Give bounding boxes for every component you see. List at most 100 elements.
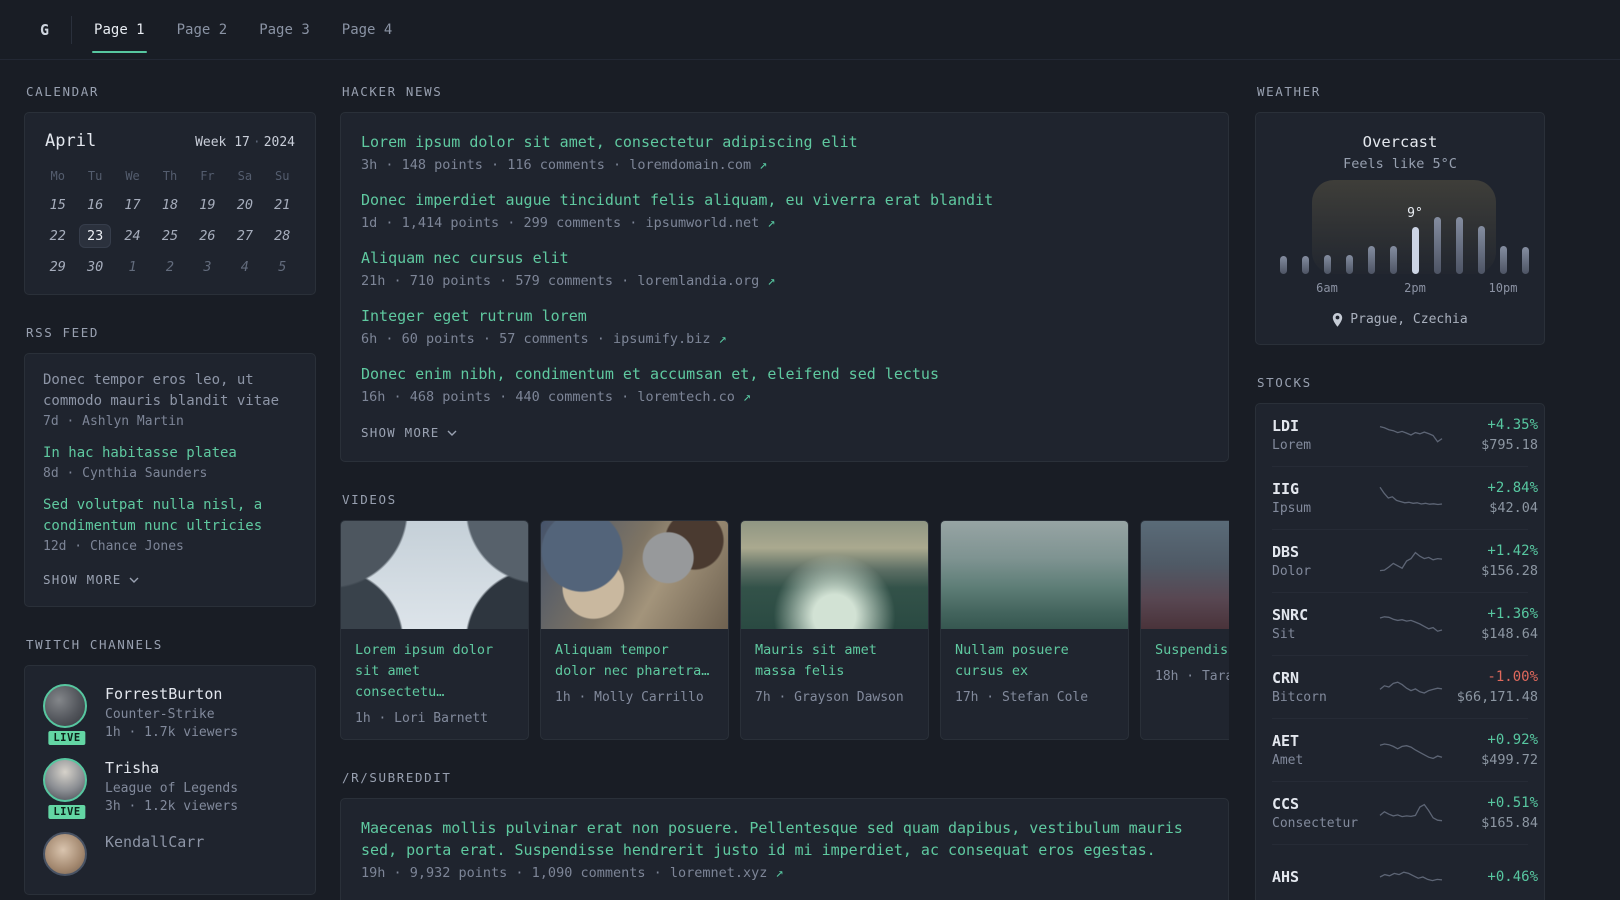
- stock-row[interactable]: LDI Lorem +4.35% $795.18: [1272, 404, 1538, 467]
- video-thumbnail[interactable]: [341, 521, 528, 629]
- video-meta: 17h · Stefan Cole: [955, 690, 1089, 705]
- stock-identity: CRN Bitcorn: [1272, 669, 1372, 705]
- content: CALENDAR April Week 17 · 2024 Mo Tu We Th Fr Sa…: [0, 60, 1620, 900]
- hackernews-item-title[interactable]: Integer eget rutrum lorem: [361, 305, 1208, 327]
- calendar-week-year: Week 17 · 2024: [195, 135, 295, 150]
- stock-identity: IIG Ipsum: [1272, 480, 1372, 516]
- hackernews-item-meta: 1d · 1,414 points · 299 comments · ipsum…: [361, 215, 1208, 231]
- stock-values: +4.35% $795.18: [1450, 417, 1538, 453]
- external-link-icon: ↗: [718, 331, 727, 347]
- calendar-day: 17: [124, 197, 141, 213]
- calendar-header: April Week 17 · 2024: [39, 129, 301, 163]
- stock-sparkline: [1378, 672, 1444, 702]
- video-card[interactable]: Suspendisse diam 18h · Tara: [1140, 520, 1229, 740]
- logo[interactable]: G: [40, 21, 49, 39]
- subreddit-item-domain-link[interactable]: loremnet.xyz: [670, 865, 776, 881]
- hackernews-item-domain-link[interactable]: ipsumify.biz: [613, 331, 719, 347]
- video-title[interactable]: Nullam posuere cursus ex: [955, 640, 1114, 682]
- show-more-label: SHOW MORE: [361, 425, 440, 440]
- video-card[interactable]: Lorem ipsum dolor sit amet consectetu… 1h…: [340, 520, 529, 740]
- twitch-channel-name[interactable]: ForrestBurton: [105, 684, 238, 703]
- weather-hour-bar: [1499, 246, 1507, 274]
- rss-show-more-button[interactable]: SHOW MORE: [43, 572, 139, 587]
- dashboard: G Page 1 Page 2 Page 3 Page 4 CALENDAR Apri…: [0, 0, 1620, 900]
- tab-page-2[interactable]: Page 2: [175, 0, 230, 59]
- chevron-down-icon: [447, 430, 457, 436]
- weather-hour-bar: [1323, 255, 1331, 274]
- stock-sparkline: [1378, 735, 1444, 765]
- hackernews-item-title[interactable]: Donec imperdiet augue tincidunt felis al…: [361, 189, 1208, 211]
- rss-item-title[interactable]: In hac habitasse platea: [43, 443, 297, 464]
- calendar-day-header: Su: [275, 169, 290, 183]
- subreddit-item-title[interactable]: Maecenas mollis pulvinar erat non posuer…: [361, 817, 1208, 861]
- hackernews-item-domain-link[interactable]: ipsumworld.net: [645, 215, 767, 231]
- tab-page-4[interactable]: Page 4: [340, 0, 395, 59]
- stock-row[interactable]: AHS +0.46%: [1272, 845, 1538, 900]
- twitch-channel-category[interactable]: League of Legends: [105, 781, 238, 796]
- stock-price: $148.64: [1481, 626, 1538, 642]
- video-title[interactable]: Suspendisse diam: [1155, 640, 1229, 661]
- stock-name: Bitcorn: [1272, 690, 1327, 705]
- stock-row[interactable]: CCS Consectetur +0.51% $165.84: [1272, 782, 1538, 845]
- tab-page-1[interactable]: Page 1: [92, 0, 147, 59]
- weather-hour-bar: [1367, 246, 1375, 274]
- rss-item-title[interactable]: Sed volutpat nulla nisl, a condimentum n…: [43, 495, 297, 537]
- stock-row[interactable]: SNRC Sit +1.36% $148.64: [1272, 593, 1538, 656]
- video-title[interactable]: Aliquam tempor dolor nec pharetra…: [555, 640, 714, 682]
- weather-time-label: 10pm: [1488, 281, 1518, 295]
- calendar-day-selected: 23: [76, 221, 113, 251]
- stock-row[interactable]: AET Amet +0.92% $499.72: [1272, 719, 1538, 782]
- avatar[interactable]: [43, 684, 87, 728]
- hackernews-show-more-button[interactable]: SHOW MORE: [361, 425, 457, 440]
- weather-feels-like: Feels like 5°C: [1343, 156, 1457, 172]
- stock-price: $795.18: [1481, 437, 1538, 453]
- hackernews-item-title[interactable]: Lorem ipsum dolor sit amet, consectetur …: [361, 131, 1208, 153]
- stock-sparkline: [1378, 483, 1444, 513]
- video-meta: 1h · Molly Carrillo: [555, 690, 704, 705]
- tab-page-3[interactable]: Page 3: [257, 0, 312, 59]
- video-thumbnail[interactable]: [741, 521, 928, 629]
- hackernews-widget: HACKER NEWS Lorem ipsum dolor sit amet, …: [340, 84, 1229, 462]
- video-thumbnail[interactable]: [941, 521, 1128, 629]
- avatar[interactable]: [43, 758, 87, 802]
- hackernews-item-domain-link[interactable]: loremlandia.org: [637, 273, 767, 289]
- video-title[interactable]: Mauris sit amet massa felis: [755, 640, 914, 682]
- video-card-body: Mauris sit amet massa felis 7h · Grayson …: [741, 629, 928, 718]
- stock-row[interactable]: DBS Dolor +1.42% $156.28: [1272, 530, 1538, 593]
- video-thumbnail[interactable]: [541, 521, 728, 629]
- twitch-channel-info: ForrestBurton Counter-Strike 1h · 1.7k vie…: [105, 684, 238, 740]
- hackernews-item: Integer eget rutrum lorem 6h · 60 points …: [361, 305, 1208, 347]
- videos-widget: VIDEOS Lorem ipsum dolor sit amet consec…: [340, 492, 1229, 740]
- sparkline-chart: [1379, 616, 1443, 632]
- video-title[interactable]: Lorem ipsum dolor sit amet consectetu…: [355, 640, 514, 703]
- stock-values: +1.36% $148.64: [1450, 606, 1538, 642]
- twitch-channel-meta: 1h · 1.7k viewers: [105, 725, 239, 740]
- hackernews-item-title[interactable]: Donec enim nibh, condimentum et accumsan…: [361, 363, 1208, 385]
- hackernews-item-title[interactable]: Aliquam nec cursus elit: [361, 247, 1208, 269]
- hackernews-item-domain-link[interactable]: loremtech.co: [637, 389, 743, 405]
- rss-section-title: RSS FEED: [26, 325, 100, 340]
- calendar-day-header: We: [125, 169, 140, 183]
- weather-location: Prague, Czechia: [1272, 312, 1528, 327]
- stock-row[interactable]: IIG Ipsum +2.84% $42.04: [1272, 467, 1538, 530]
- weather-hour-bar: [1455, 217, 1463, 274]
- avatar[interactable]: [43, 832, 87, 876]
- stock-name: Consectetur: [1272, 816, 1359, 831]
- video-card[interactable]: Mauris sit amet massa felis 7h · Grayson …: [740, 520, 929, 740]
- video-card[interactable]: Aliquam tempor dolor nec pharetra… 1h · M…: [540, 520, 729, 740]
- twitch-channel-info: Trisha League of Legends 3h · 1.2k viewers: [105, 758, 238, 814]
- twitch-channel-name[interactable]: KendallCarr: [105, 832, 204, 851]
- video-card[interactable]: Nullam posuere cursus ex 17h · Stefan Col…: [940, 520, 1129, 740]
- twitch-channel-name[interactable]: Trisha: [105, 758, 238, 777]
- video-thumbnail[interactable]: [1141, 521, 1229, 629]
- hackernews-item: Aliquam nec cursus elit 21h · 710 points …: [361, 247, 1208, 289]
- stock-row[interactable]: CRN Bitcorn -1.00% $66,171.48: [1272, 656, 1538, 719]
- daylight-band: [1312, 180, 1496, 274]
- twitch-channel-category[interactable]: Counter-Strike: [105, 707, 238, 722]
- rss-item-title[interactable]: Donec tempor eros leo, ut commodo mauris…: [43, 370, 297, 412]
- calendar-day: 18: [161, 197, 179, 213]
- video-card-body: Nullam posuere cursus ex 17h · Stefan Col…: [941, 629, 1128, 718]
- calendar-day: 27: [236, 228, 253, 244]
- hackernews-item-domain-link[interactable]: loremdomain.com: [629, 157, 759, 173]
- calendar-day: 5: [278, 259, 287, 275]
